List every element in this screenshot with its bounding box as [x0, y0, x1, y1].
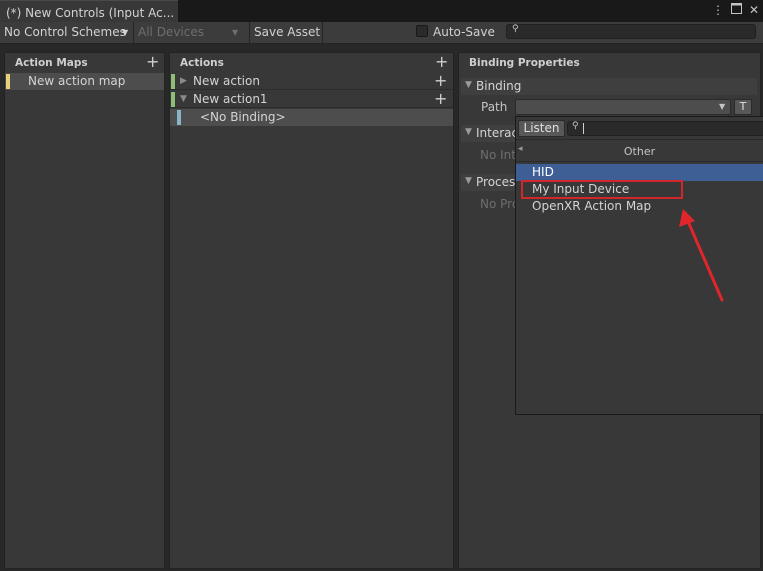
save-asset-button[interactable]: Save Asset: [250, 22, 322, 42]
chevron-down-icon: ▼: [232, 28, 239, 37]
annotation-arrow: [679, 209, 724, 302]
kebab-menu-icon[interactable]: ⋮: [712, 3, 724, 17]
popup-list-item[interactable]: HID: [516, 164, 763, 181]
actions-panel: [169, 52, 454, 569]
popup-divider: [516, 161, 763, 162]
add-action-icon[interactable]: +: [435, 54, 448, 70]
auto-save-checkbox[interactable]: [416, 25, 428, 37]
action-map-color-bar: [6, 74, 10, 89]
collapse-arrow-icon[interactable]: ▼: [180, 91, 187, 108]
action-color-bar: [171, 74, 175, 89]
popup-item-label: HID: [532, 165, 554, 179]
processors-section-header[interactable]: ▼ Proces: [461, 174, 515, 191]
control-schemes-label: No Control Schemes: [4, 25, 126, 39]
add-binding-icon[interactable]: +: [434, 91, 447, 107]
window-controls: ⋮ ✕: [712, 3, 759, 17]
path-label: Path: [481, 100, 508, 114]
popup-category-title: Other: [623, 145, 656, 158]
text-cursor: [583, 123, 584, 134]
action-maps-header: Action Maps: [15, 57, 88, 69]
processors-section-label: Proces: [476, 175, 516, 189]
devices-dropdown[interactable]: All Devices ▼: [134, 22, 246, 42]
binding-label: <No Binding>: [200, 110, 286, 124]
binding-section-label: Binding: [476, 79, 522, 93]
processors-empty-label: No Pro: [480, 197, 520, 211]
maximize-icon[interactable]: [730, 3, 742, 17]
close-icon[interactable]: ✕: [749, 3, 759, 17]
chevron-down-icon: ▼: [719, 102, 726, 111]
binding-section-header[interactable]: ▼ Binding: [461, 78, 757, 95]
collapse-arrow-icon: ▼: [465, 176, 472, 186]
actions-header: Actions: [180, 57, 224, 69]
collapse-arrow-icon: ▼: [465, 127, 472, 137]
action-label: New action: [193, 74, 260, 88]
devices-label: All Devices: [138, 25, 204, 39]
action-map-item[interactable]: New action map: [5, 73, 164, 90]
action-item-new-action1[interactable]: ▼ New action1 +: [170, 91, 453, 108]
listen-button[interactable]: Listen: [518, 120, 565, 137]
collapse-arrow-icon: ▼: [465, 80, 472, 90]
action-color-bar: [171, 92, 175, 107]
binding-properties-header: Binding Properties: [469, 57, 580, 69]
interactions-section-header[interactable]: ▼ Interac: [461, 125, 519, 142]
expand-arrow-icon[interactable]: ▶: [180, 73, 187, 90]
binding-item[interactable]: <No Binding>: [170, 109, 453, 126]
add-binding-icon[interactable]: +: [434, 73, 447, 89]
auto-save-label: Auto-Save: [433, 25, 495, 39]
search-input[interactable]: ⚲: [506, 24, 756, 39]
text-mode-button[interactable]: T: [734, 99, 752, 115]
highlight-box: [521, 180, 683, 199]
search-icon: ⚲: [572, 121, 579, 131]
popup-item-label: OpenXR Action Map: [532, 199, 652, 213]
control-schemes-dropdown[interactable]: No Control Schemes ▼: [0, 22, 133, 42]
action-label: New action1: [193, 92, 268, 106]
interactions-section-label: Interac: [476, 126, 519, 140]
action-map-label: New action map: [28, 74, 126, 88]
add-action-map-icon[interactable]: +: [146, 54, 159, 70]
action-maps-panel: [4, 52, 165, 569]
popup-search-input[interactable]: ⚲: [567, 121, 763, 136]
toolbar-divider: [322, 22, 323, 43]
popup-divider: [516, 139, 763, 140]
action-item-new-action[interactable]: ▶ New action +: [170, 73, 453, 90]
chevron-down-icon: ▼: [122, 28, 129, 37]
window-tab[interactable]: (*) New Controls (Input Ac...: [0, 0, 178, 22]
search-icon: ⚲: [512, 24, 519, 34]
path-dropdown[interactable]: ▼: [515, 99, 731, 115]
binding-color-bar: [177, 110, 181, 125]
